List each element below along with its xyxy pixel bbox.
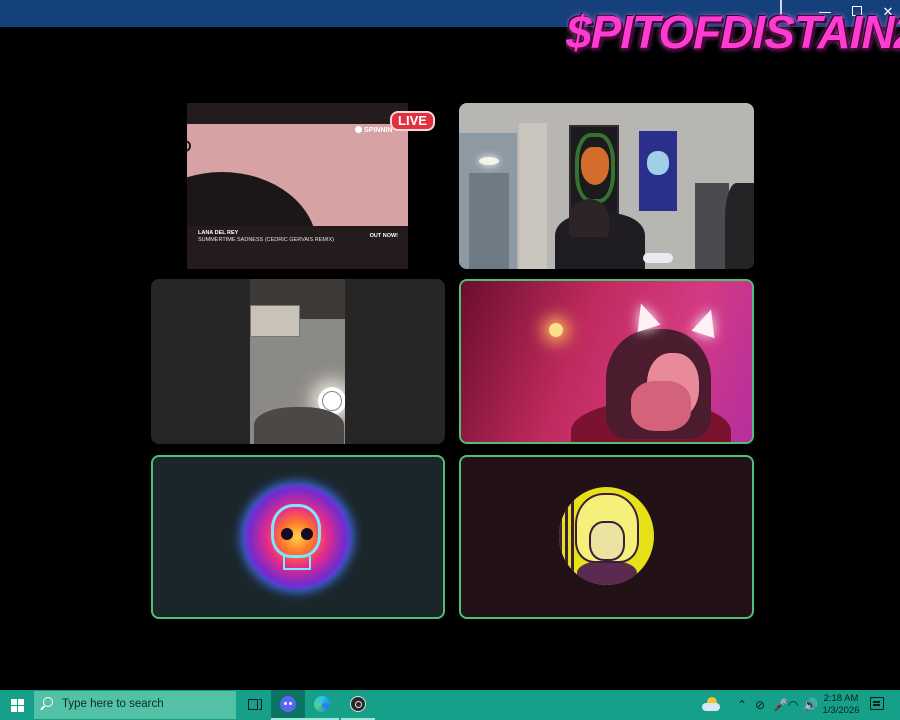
video-tile-room-cam[interactable]	[459, 103, 754, 269]
skull-jaw	[283, 556, 311, 570]
task-view-icon	[248, 699, 258, 710]
music-video-frame	[187, 124, 408, 226]
channel-logo-text: SPINNIN'	[364, 127, 395, 134]
volume-icon[interactable]: 🔊	[803, 698, 818, 712]
clock-date: 1/3/2026	[822, 705, 860, 716]
avatar-tile-skull-speaking[interactable]	[151, 455, 445, 619]
taskbar-search-box[interactable]: Type here to search	[34, 691, 236, 719]
streamer-name-overlay: $PITOFDISTAIN27	[566, 6, 900, 58]
track-info-bar: LANA DEL REY SUMMERTIME SADNESS (CEDRIC …	[187, 226, 408, 250]
channel-logo-icon	[355, 126, 362, 133]
live-badge: LIVE	[390, 111, 435, 131]
skull-eye-right	[301, 528, 313, 540]
person-head	[569, 199, 609, 237]
weather-icon[interactable]	[702, 697, 720, 711]
discord-taskbar-button[interactable]	[271, 690, 305, 720]
wall-poster-right	[639, 131, 677, 211]
music-video-shape	[187, 172, 317, 226]
start-button[interactable]	[0, 690, 34, 720]
track-artist: LANA DEL REY	[198, 230, 239, 236]
phone-feed-lamp-ring	[322, 391, 342, 411]
search-placeholder: Type here to search	[62, 698, 164, 710]
microphone-icon[interactable]: 🎤	[773, 698, 788, 712]
edge-icon	[314, 696, 330, 712]
skull-avatar	[243, 484, 351, 590]
phone-camera-feed	[250, 279, 345, 444]
anime-avatar	[559, 487, 654, 585]
channel-logo: SPINNIN'	[355, 126, 394, 134]
screen: — ✕ $PITOFDISTAIN27 SPINNIN' LANA DEL RE…	[0, 0, 900, 720]
anime-avatar-body	[577, 561, 637, 585]
cat-cam-hand	[631, 381, 691, 431]
avatar-tile-anime-speaking[interactable]	[459, 455, 754, 619]
room-curtain	[469, 173, 509, 269]
music-video-arc	[187, 140, 191, 152]
room-door-frame	[519, 123, 547, 269]
search-icon	[43, 697, 53, 707]
track-title: SUMMERTIME SADNESS (CEDRIC GERVAIS REMIX…	[198, 237, 334, 243]
phone-feed-box	[250, 305, 300, 337]
skull-icon	[271, 504, 321, 558]
wifi-icon[interactable]: ◠	[788, 698, 798, 712]
obs-icon	[350, 696, 366, 712]
discord-icon	[280, 696, 296, 712]
cat-cam-lamp	[549, 323, 563, 337]
stream-tile-music[interactable]: SPINNIN' LANA DEL REY SUMMERTIME SADNESS…	[187, 103, 408, 269]
task-view-icon-edge	[259, 699, 262, 710]
video-tile-cat-ears-speaking[interactable]	[459, 279, 754, 444]
notification-center-icon[interactable]	[870, 697, 884, 710]
track-cta: OUT NOW!	[369, 233, 398, 239]
show-hidden-icons-chevron-icon[interactable]: ⌃	[737, 698, 747, 712]
room-shelf	[695, 183, 729, 269]
anime-avatar-face	[589, 521, 625, 561]
windows-logo-tile	[18, 699, 24, 705]
clock-time: 2:18 AM	[823, 693, 859, 704]
room-object	[643, 253, 673, 263]
taskbar-clock[interactable]: 2:18 AM 1/3/2026	[818, 693, 864, 717]
taskbar: Type here to search ⌃ ⊘ 🎤 ◠ 🔊 2:18 AM 1/…	[0, 690, 900, 720]
skull-eye-left	[281, 528, 293, 540]
obs-taskbar-button[interactable]	[341, 690, 375, 720]
phone-feed-people	[254, 407, 344, 444]
edge-taskbar-button[interactable]	[305, 690, 339, 720]
windows-logo-tile	[11, 706, 17, 712]
network-icon[interactable]: ⊘	[755, 698, 765, 712]
video-tile-phone-cam[interactable]	[151, 279, 445, 444]
task-view-button[interactable]	[238, 690, 272, 720]
windows-logo-icon	[11, 699, 17, 705]
windows-logo-tile	[18, 706, 24, 712]
room-ceiling-light	[479, 157, 499, 165]
room-figure	[725, 183, 754, 269]
